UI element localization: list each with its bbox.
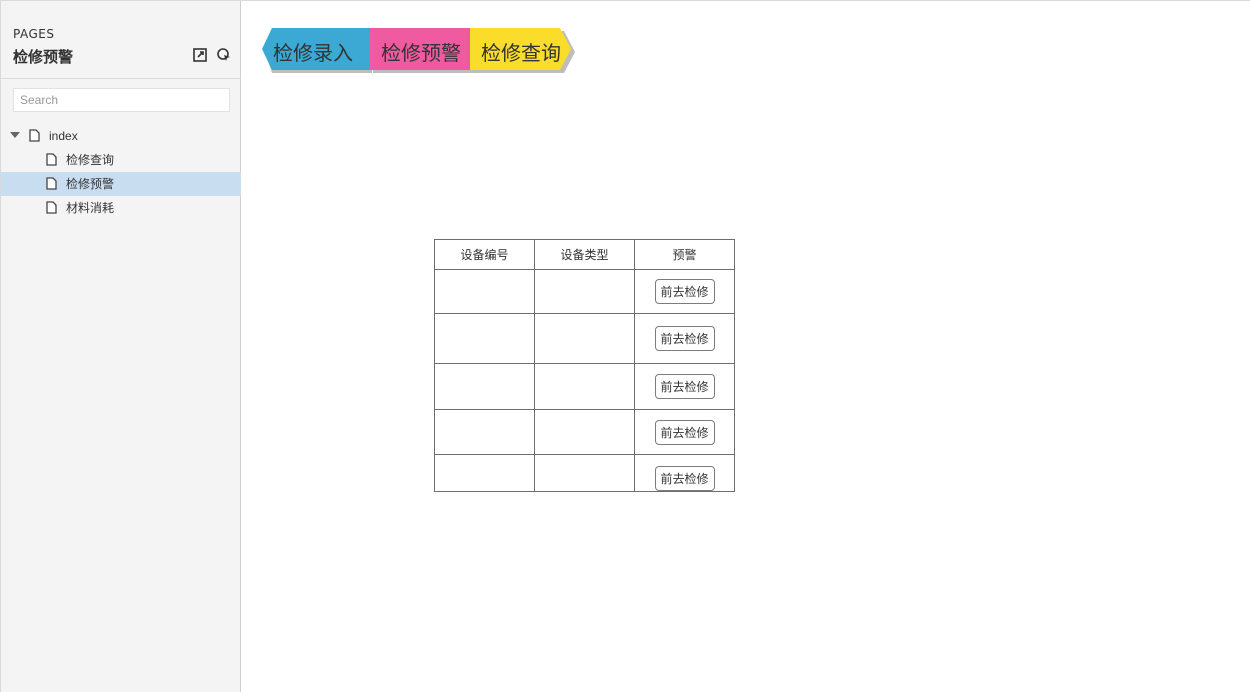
device-type-cell: [534, 409, 635, 455]
tree-item-label: index: [49, 129, 78, 143]
table-row: 前去检修: [434, 454, 735, 492]
page-icon: [46, 153, 57, 169]
pointer-icon[interactable]: [216, 47, 232, 63]
action-cell: 前去检修: [634, 269, 735, 314]
nav-query-label: 检修查询: [481, 41, 561, 65]
export-icon[interactable]: [192, 47, 208, 63]
nav-query-button[interactable]: 检修查询: [470, 28, 580, 73]
table-row: 前去检修: [434, 313, 735, 364]
sidebar-divider: [1, 78, 241, 79]
page-icon: [46, 177, 57, 193]
page-icon: [29, 129, 40, 145]
column-header-device-id: 设备编号: [434, 239, 535, 270]
go-repair-button[interactable]: 前去检修: [654, 419, 715, 445]
go-repair-button[interactable]: 前去检修: [654, 466, 715, 491]
column-header-warning: 预警: [634, 239, 735, 270]
nav-warning-button[interactable]: 检修预警: [370, 28, 474, 73]
device-type-cell: [534, 269, 635, 314]
device-type-cell: [534, 454, 635, 492]
go-repair-button[interactable]: 前去检修: [654, 326, 715, 351]
pages-label: PAGES: [13, 27, 55, 41]
warning-table: 设备编号 设备类型 预警 前去检修 前去检修 前去检修 前去检修 前去检修: [434, 239, 735, 492]
nav-entry-label: 检修录入: [273, 41, 353, 65]
go-repair-button[interactable]: 前去检修: [654, 279, 715, 304]
expand-caret-icon[interactable]: [10, 132, 20, 138]
sidebar: PAGES 检修预警 index 检修查询 检修预警: [0, 1, 241, 692]
page-title: 检修预警: [13, 48, 74, 66]
tree-item-label: 检修查询: [66, 153, 115, 167]
device-id-cell: [434, 454, 535, 492]
nav-warning-label: 检修预警: [381, 41, 461, 65]
action-cell: 前去检修: [634, 409, 735, 455]
table-row: 前去检修: [434, 269, 735, 314]
action-cell: 前去检修: [634, 363, 735, 410]
tree-item-query[interactable]: 检修查询: [1, 148, 241, 172]
tree-item-index[interactable]: index: [1, 124, 241, 148]
go-repair-button[interactable]: 前去检修: [654, 374, 715, 399]
tree-item-warning[interactable]: 检修预警: [1, 172, 241, 196]
tree-item-label: 检修预警: [66, 177, 115, 191]
device-type-cell: [534, 313, 635, 364]
device-type-cell: [534, 363, 635, 410]
action-cell: 前去检修: [634, 313, 735, 364]
tree-item-label: 材料消耗: [66, 201, 115, 215]
action-cell: 前去检修: [634, 454, 735, 492]
device-id-cell: [434, 363, 535, 410]
tree-item-material[interactable]: 材料消耗: [1, 196, 241, 220]
device-id-cell: [434, 313, 535, 364]
table-row: 前去检修: [434, 409, 735, 455]
search-input[interactable]: [13, 88, 230, 112]
table-header-row: 设备编号 设备类型 预警: [434, 239, 735, 270]
device-id-cell: [434, 409, 535, 455]
nav-entry-button[interactable]: 检修录入: [262, 28, 372, 73]
table-row: 前去检修: [434, 363, 735, 410]
column-header-device-type: 设备类型: [534, 239, 635, 270]
page-icon: [46, 201, 57, 217]
device-id-cell: [434, 269, 535, 314]
